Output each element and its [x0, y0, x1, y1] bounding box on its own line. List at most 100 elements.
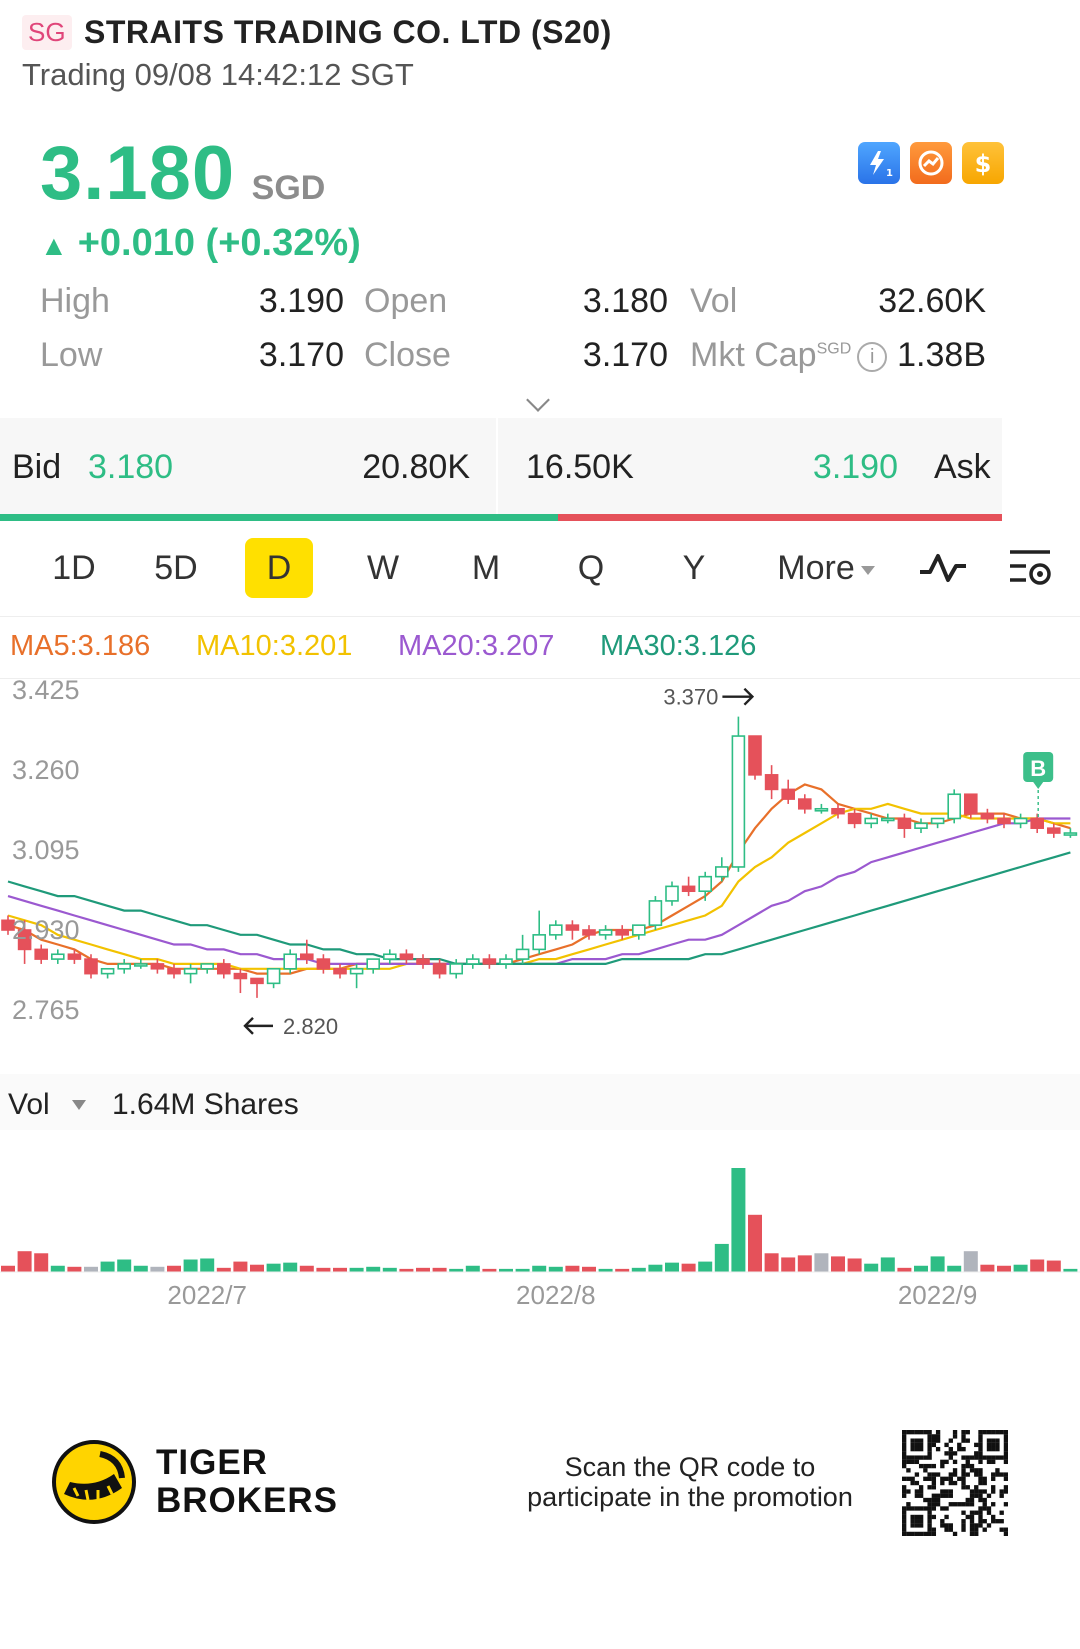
volume-bar — [565, 1265, 580, 1272]
candle-body — [167, 967, 181, 975]
volume-label[interactable]: Vol — [8, 1088, 50, 1122]
qr-module — [935, 1434, 941, 1439]
volume-bar — [665, 1262, 679, 1272]
candle-body — [831, 807, 845, 815]
qr-module — [999, 1519, 1004, 1524]
volume-bar — [117, 1259, 132, 1272]
tab-m[interactable]: M — [450, 538, 522, 598]
qr-module — [906, 1489, 911, 1494]
volume-chart[interactable]: 2022/7 2022/8 2022/9 — [0, 1132, 1080, 1312]
tab-1d[interactable]: 1D — [38, 538, 110, 598]
candle-body — [532, 934, 547, 951]
qr-module — [1003, 1531, 1008, 1536]
qr-module — [923, 1497, 928, 1503]
bid-ask-panel: Bid 3.180 20.80K 16.50K 3.190 Ask — [0, 418, 1002, 520]
qr-module — [948, 1472, 953, 1477]
tab-q[interactable]: Q — [555, 538, 627, 598]
volume-bar — [84, 1266, 98, 1272]
qr-module — [961, 1485, 966, 1490]
candlestick-chart[interactable]: 3.425 3.260 3.095 2.930 2.765 3.370 2.820 B — [0, 680, 1080, 1072]
volume-bar — [814, 1253, 829, 1272]
qr-module — [969, 1531, 975, 1536]
qr-module — [952, 1531, 958, 1536]
qr-module — [974, 1451, 979, 1456]
volume-bar — [366, 1266, 381, 1272]
indicator-icon[interactable] — [918, 546, 968, 590]
qr-module — [931, 1472, 937, 1477]
buy-signal-pointer — [1033, 782, 1044, 789]
qr-module — [991, 1442, 996, 1448]
candle-body — [548, 924, 563, 936]
qr-module — [969, 1523, 975, 1528]
qr-module — [918, 1446, 924, 1452]
change-value: +0.010 (+0.32%) — [77, 222, 361, 264]
tab-5d[interactable]: 5D — [140, 538, 212, 598]
tab-d[interactable]: D — [245, 538, 313, 598]
qr-module — [927, 1430, 932, 1435]
qr-module — [918, 1514, 924, 1520]
qr-module — [918, 1493, 924, 1498]
qr-module — [931, 1485, 937, 1490]
qr-module — [923, 1455, 928, 1460]
qr-module — [944, 1493, 949, 1498]
last-price: 3.180 — [40, 131, 236, 216]
qr-module — [944, 1514, 949, 1520]
qr-module — [927, 1455, 932, 1460]
qr-module — [974, 1493, 979, 1498]
qr-module — [931, 1476, 937, 1481]
qr-module — [902, 1451, 907, 1456]
qr-module — [906, 1506, 911, 1511]
qr-module — [923, 1476, 928, 1481]
caret-down-icon[interactable] — [72, 1100, 86, 1110]
qr-module — [918, 1455, 924, 1460]
qr-module — [986, 1442, 992, 1448]
qr-module — [902, 1523, 907, 1528]
tab-w[interactable]: W — [347, 538, 419, 598]
qr-module — [991, 1430, 996, 1435]
volume-bar — [233, 1261, 248, 1272]
stock-title: STRAITS TRADING CO. LTD (S20) — [84, 14, 612, 50]
volume-bar — [299, 1265, 314, 1272]
candle-body — [797, 798, 812, 810]
lightning-level-1-icon[interactable]: 1 — [858, 142, 900, 184]
chart-gauge-icon[interactable] — [910, 142, 952, 184]
qr-module — [978, 1497, 983, 1503]
qr-module — [918, 1430, 924, 1435]
qr-module — [961, 1446, 966, 1452]
qr-module — [906, 1468, 911, 1473]
qr-module — [1003, 1489, 1008, 1494]
stats-row-1: High 3.190 Open 3.180 Vol 32.60K — [40, 282, 1040, 336]
qr-module — [1003, 1476, 1008, 1481]
qr-module — [931, 1506, 937, 1511]
qr-module — [927, 1442, 932, 1448]
qr-module — [995, 1438, 1000, 1443]
qr-module — [906, 1476, 911, 1481]
dollar-coin-icon[interactable]: $ — [962, 142, 1004, 184]
qr-module — [948, 1455, 953, 1460]
qr-module — [940, 1523, 945, 1528]
qr-module — [935, 1472, 941, 1477]
info-icon[interactable]: i — [857, 342, 888, 373]
qr-module — [974, 1472, 979, 1477]
qr-module — [957, 1446, 962, 1452]
arrow-left-icon — [243, 1017, 273, 1035]
qr-module — [961, 1468, 966, 1473]
qr-module — [999, 1472, 1004, 1477]
chart-settings-icon[interactable] — [1006, 544, 1054, 592]
qr-code-icon[interactable] — [902, 1430, 1008, 1536]
volume-bar — [1030, 1259, 1045, 1272]
qr-module — [978, 1519, 983, 1524]
qr-module — [902, 1493, 907, 1498]
brand-name: TIGER BROKERS — [156, 1444, 338, 1520]
qr-module — [974, 1455, 979, 1460]
volume-bar — [681, 1263, 696, 1272]
qr-module — [965, 1485, 970, 1490]
candle-body — [897, 817, 912, 829]
tab-y[interactable]: Y — [658, 538, 730, 598]
candle-body — [731, 735, 746, 868]
chevron-down-icon[interactable] — [526, 388, 550, 412]
qr-module — [982, 1430, 987, 1435]
candle-body — [1047, 827, 1061, 834]
tab-more[interactable]: More — [766, 538, 886, 598]
volume-bar — [532, 1265, 547, 1272]
